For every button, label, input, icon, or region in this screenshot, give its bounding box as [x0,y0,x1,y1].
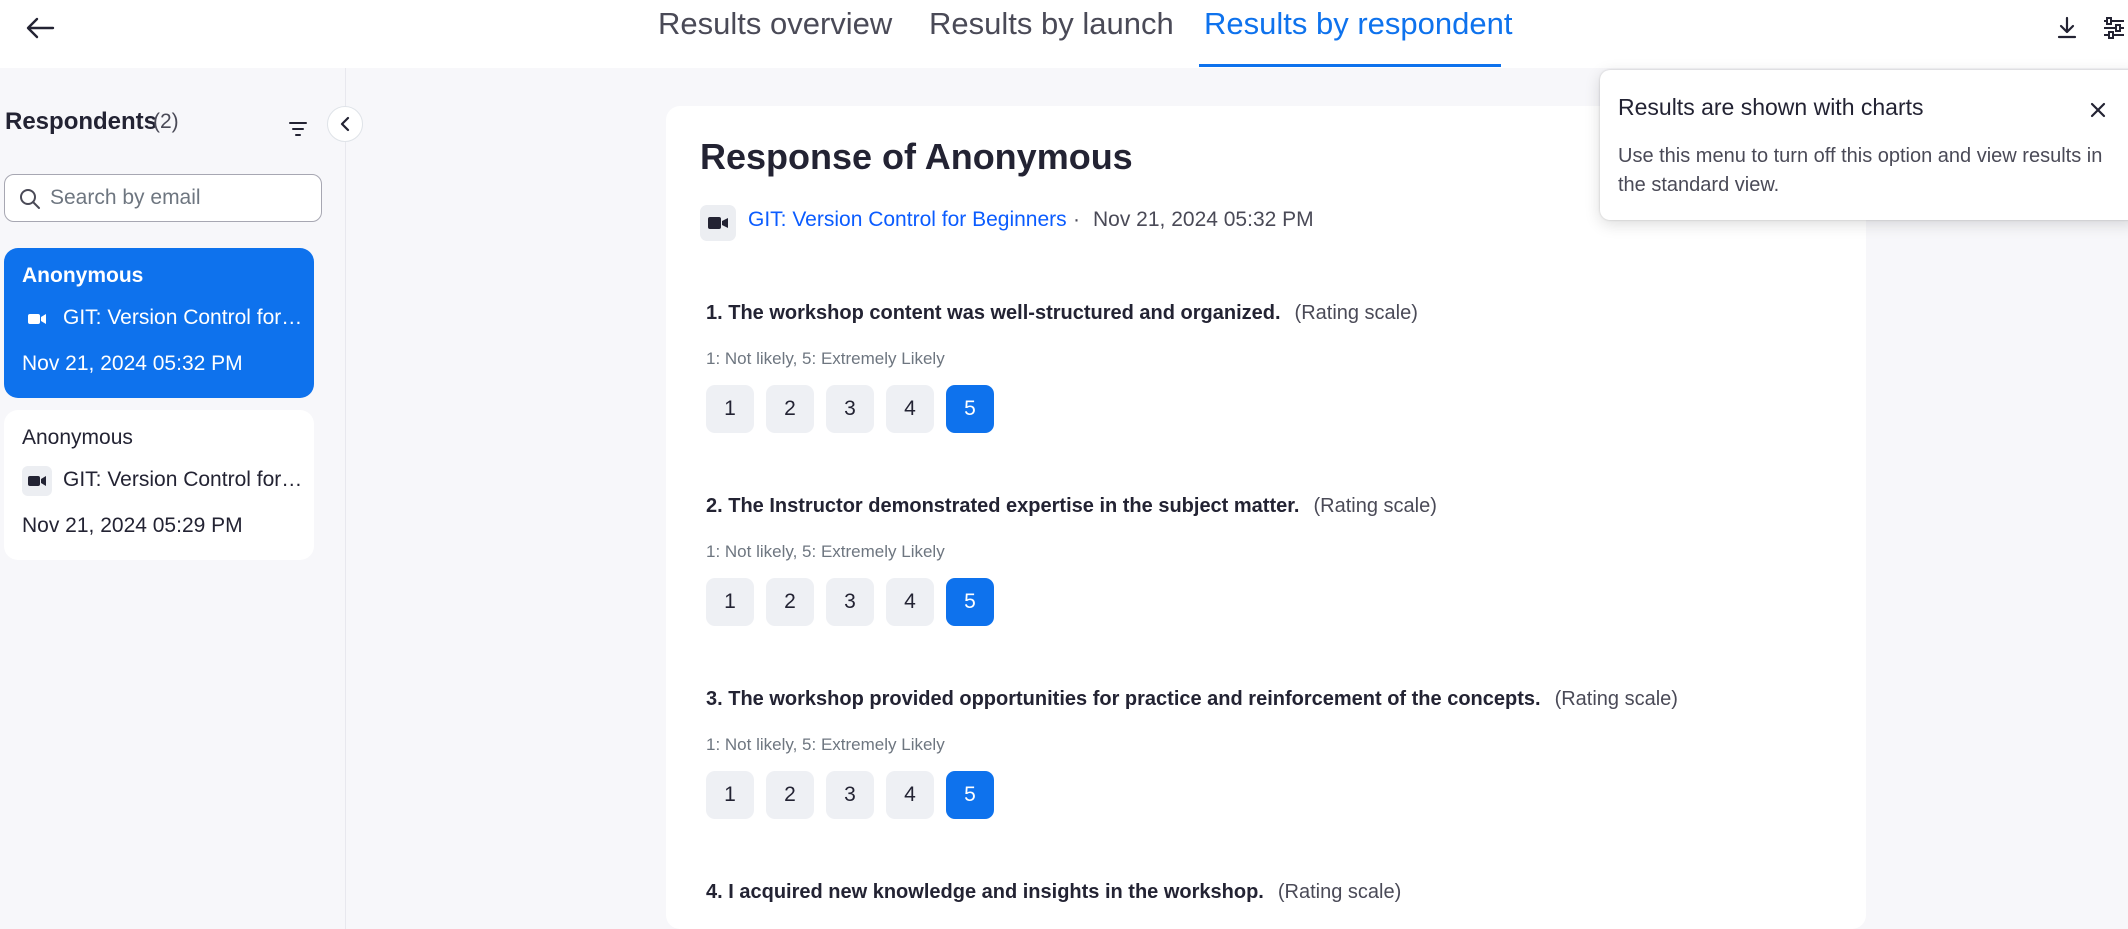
respondent-date: Nov 21, 2024 05:32 PM [22,352,243,375]
rating-option: 4 [886,385,934,433]
scale-description: 1: Not likely, 5: Extremely Likely [706,349,945,368]
tab-results-overview[interactable]: Results overview [658,6,892,42]
rating-scale: 1 2 3 4 5 [706,385,994,433]
filter-icon [289,122,307,136]
question-text: 4. I acquired new knowledge and insights… [706,881,1264,903]
question-type: (Rating scale) [1294,302,1418,324]
download-icon [2057,16,2077,39]
question-type: (Rating scale) [1313,495,1437,517]
popover-body: Use this menu to turn off this option an… [1618,145,2103,196]
rating-option-selected: 5 [946,578,994,626]
arrow-left-icon [26,17,55,39]
question-text: 1. The workshop content was well-structu… [706,302,1281,324]
chevron-left-icon [340,116,350,132]
top-bar: Results overview Results by launch Resul… [0,0,2128,68]
question-text: 3. The workshop provided opportunities f… [706,688,1541,710]
respondent-date: Nov 21, 2024 05:29 PM [22,514,243,537]
close-icon [2090,102,2106,118]
question-block: 1. The workshop content was well-structu… [706,302,1418,433]
search-icon [20,189,40,209]
event-link[interactable]: GIT: Version Control for Beginners [748,208,1067,232]
download-button[interactable] [2049,10,2085,46]
rating-option: 3 [826,385,874,433]
rating-option: 3 [826,771,874,819]
question-block: 2. The Instructor demonstrated expertise… [706,495,1437,626]
rating-option: 2 [766,385,814,433]
respondent-name: Anonymous [22,426,133,449]
respondents-sidebar: Respondents (2) Anonymous GIT: Version C… [0,68,363,929]
rating-option: 2 [766,578,814,626]
search-by-email [4,174,322,222]
sliders-icon [2104,17,2124,39]
respondents-title: Respondents [5,108,158,135]
sort-filter-button[interactable] [283,114,313,144]
video-icon [700,205,736,241]
rating-scale: 1 2 3 4 5 [706,578,994,626]
scale-description: 1: Not likely, 5: Extremely Likely [706,542,945,561]
rating-option: 3 [826,578,874,626]
respondent-event: GIT: Version Control for Beginners [63,306,303,329]
rating-option: 1 [706,578,754,626]
tab-results-by-launch[interactable]: Results by launch [929,6,1174,42]
video-icon [22,466,52,496]
respondents-count: (2) [153,110,179,133]
question-type: (Rating scale) [1554,688,1678,710]
response-panel: Response of Anonymous GIT: Version Contr… [666,106,1866,929]
rating-option-selected: 5 [946,385,994,433]
rating-option: 2 [766,771,814,819]
respondent-card[interactable]: Anonymous GIT: Version Control for Begin… [4,410,314,560]
rating-option: 1 [706,385,754,433]
active-tab-indicator [1199,64,1501,67]
meta-separator: · [1073,208,1080,231]
video-icon [22,304,52,334]
tab-results-by-respondent[interactable]: Results by respondent [1204,6,1512,42]
rating-option: 1 [706,771,754,819]
collapse-sidebar-button[interactable] [327,106,363,142]
popover-title: Results are shown with charts [1618,94,1924,120]
close-popover-button[interactable] [2083,95,2113,125]
respondent-event: GIT: Version Control for Beginners [63,468,303,491]
question-type: (Rating scale) [1277,881,1402,903]
question-block: 3. The workshop provided opportunities f… [706,688,1678,819]
response-title: Response of Anonymous [700,136,1133,177]
back-button[interactable] [20,8,60,48]
search-input[interactable] [50,183,310,213]
respondent-card[interactable]: Anonymous GIT: Version Control for Begin… [4,248,314,398]
respondent-name: Anonymous [22,264,144,287]
charts-info-popover: Results are shown with charts Use this m… [1600,70,2128,220]
view-settings-button[interactable] [2096,10,2128,46]
question-text: 2. The Instructor demonstrated expertise… [706,495,1300,517]
scale-description: 1: Not likely, 5: Extremely Likely [706,735,945,754]
question-block: 4. I acquired new knowledge and insights… [706,881,1401,904]
rating-scale: 1 2 3 4 5 [706,771,994,819]
rating-option-selected: 5 [946,771,994,819]
response-date: Nov 21, 2024 05:32 PM [1093,208,1314,231]
rating-option: 4 [886,578,934,626]
rating-option: 4 [886,771,934,819]
